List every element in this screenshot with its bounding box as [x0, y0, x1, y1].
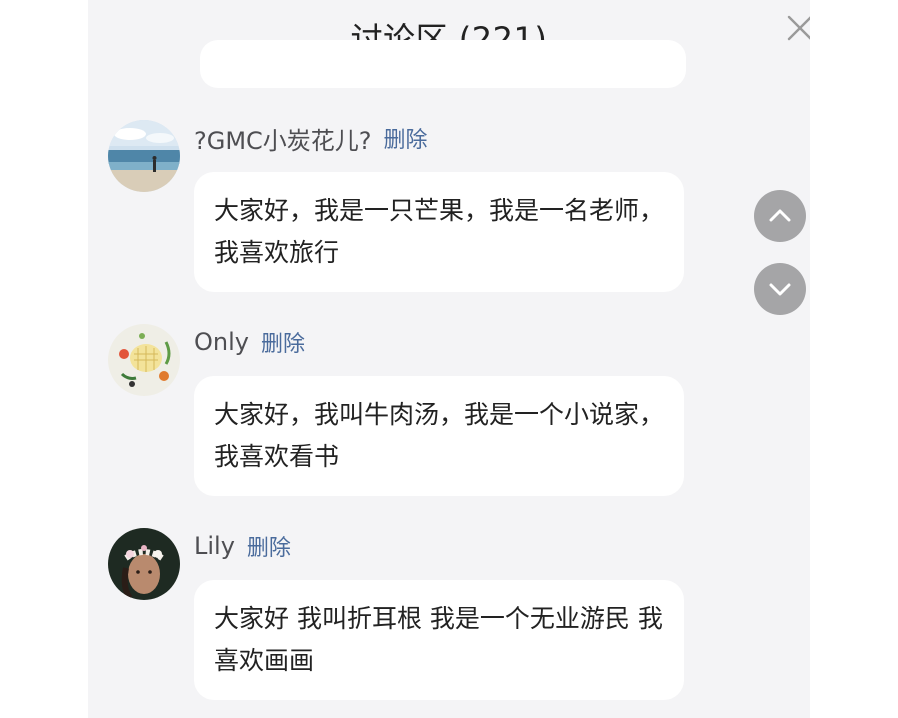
scroll-up-button[interactable]: [754, 190, 806, 242]
comment-text: 大家好，我是一只芒果，我是一名老师，我喜欢旅行: [194, 172, 684, 292]
chevron-down-icon: [769, 283, 791, 296]
avatar[interactable]: [108, 120, 180, 192]
previous-comment-bubble: [200, 40, 686, 88]
username: Lily: [194, 532, 235, 560]
close-button[interactable]: [786, 14, 810, 42]
scroll-down-button[interactable]: [754, 263, 806, 315]
comment-header: ?GMC小炭花儿? 删除: [194, 120, 428, 156]
chevron-up-icon: [769, 209, 791, 222]
comment-text: 大家好 我叫折耳根 我是一个无业游民 我喜欢画画: [194, 580, 684, 700]
comment-header: Lily 删除: [194, 528, 291, 564]
username: ?GMC小炭花儿?: [194, 126, 372, 155]
avatar[interactable]: [108, 528, 180, 600]
delete-button[interactable]: 删除: [384, 122, 428, 154]
avatar[interactable]: [108, 324, 180, 396]
delete-button[interactable]: 删除: [247, 530, 291, 562]
discussion-panel: 讨论区 (221) ?GMC小炭花儿? 删除 大家好，我是一只芒果，我是一名老师…: [88, 0, 810, 718]
delete-button[interactable]: 删除: [261, 326, 305, 358]
comment-header: Only 删除: [194, 324, 305, 360]
comment-text: 大家好，我叫牛肉汤，我是一个小说家，我喜欢看书: [194, 376, 684, 496]
username: Only: [194, 328, 249, 356]
close-icon: [787, 15, 810, 41]
